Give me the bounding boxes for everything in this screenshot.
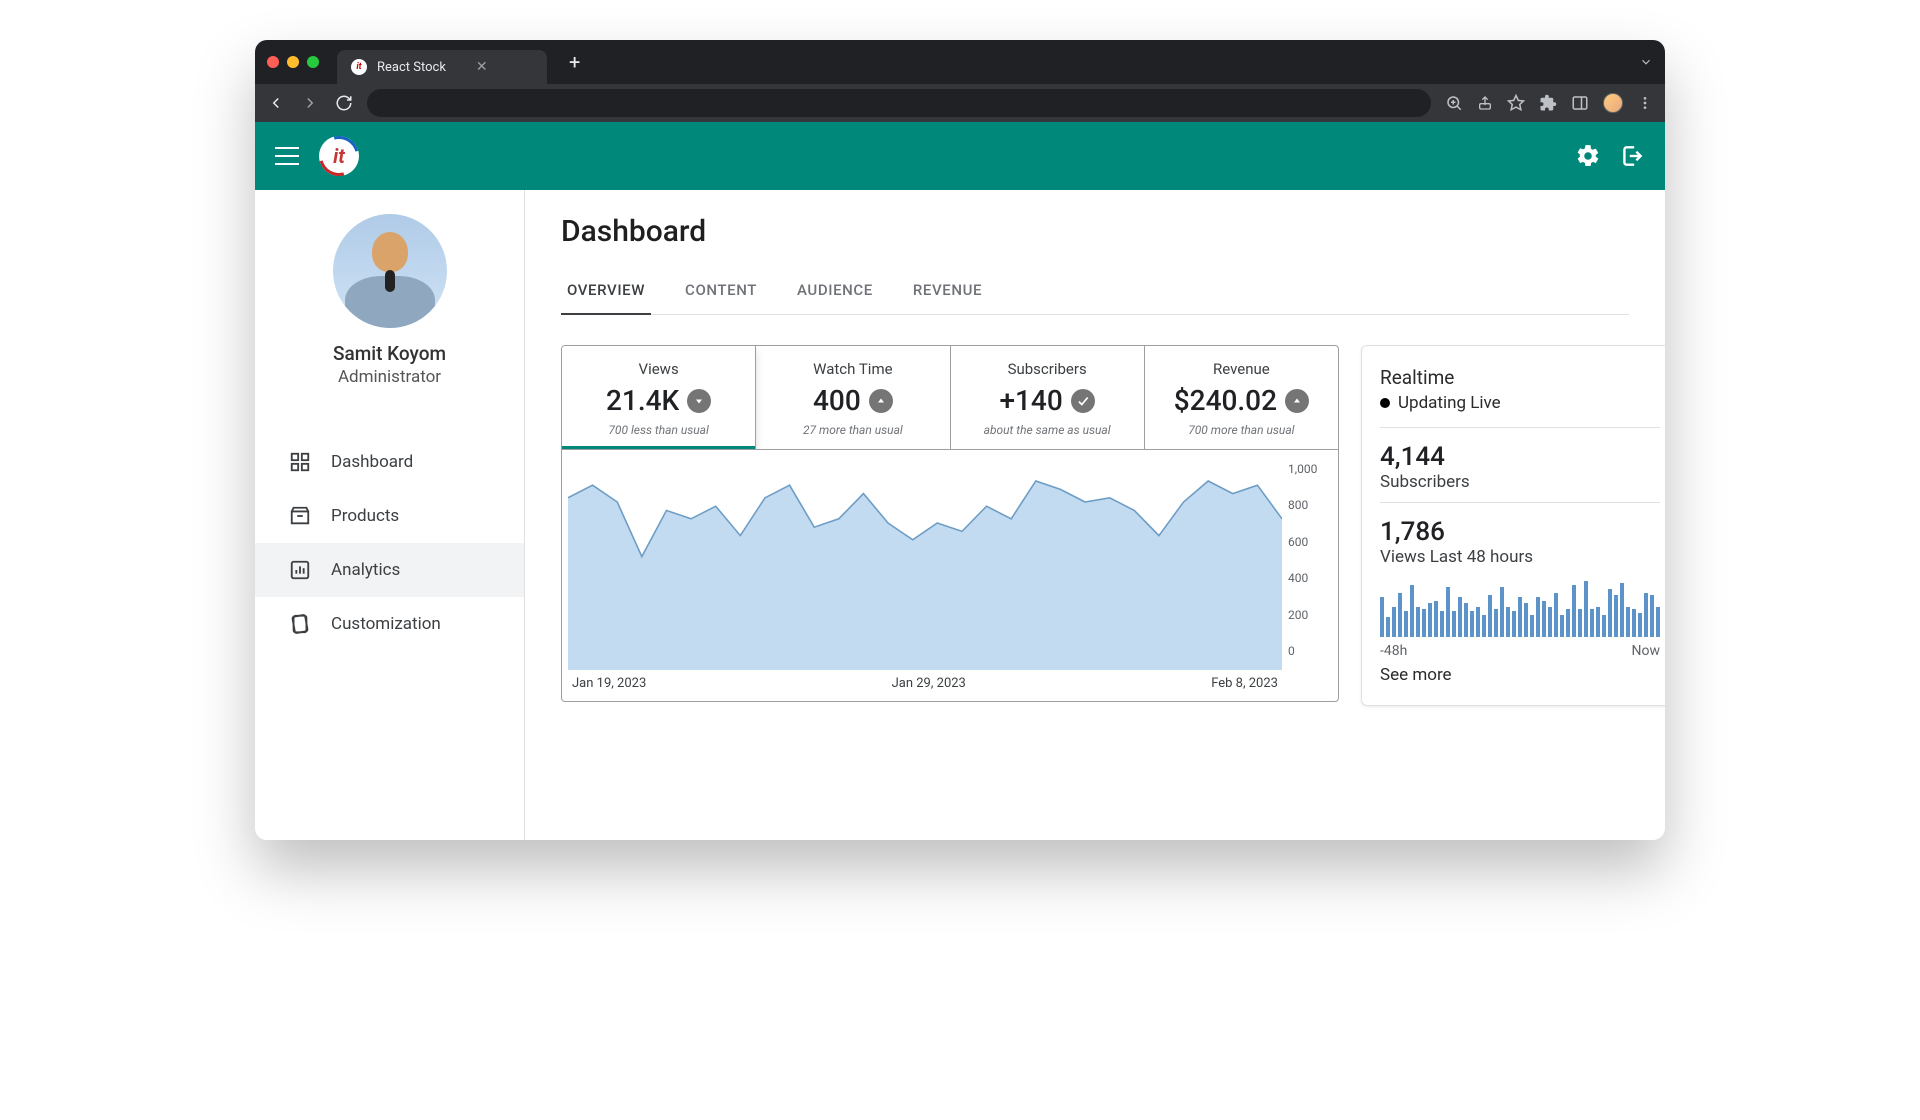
spark-range-start: -48h bbox=[1380, 643, 1407, 659]
tab-title: React Stock bbox=[377, 60, 446, 75]
stat-sub: about the same as usual bbox=[959, 423, 1136, 437]
realtime-subs-label: Subscribers bbox=[1380, 472, 1660, 492]
tab-overview[interactable]: OVERVIEW bbox=[561, 267, 651, 315]
sidebar-item-dashboard[interactable]: Dashboard bbox=[255, 435, 524, 489]
stat-sub: 700 more than usual bbox=[1153, 423, 1330, 437]
main-content: Dashboard OVERVIEW CONTENT AUDIENCE REVE… bbox=[525, 190, 1665, 840]
page-tabs: OVERVIEW CONTENT AUDIENCE REVENUE bbox=[561, 267, 1629, 315]
stat-card-views[interactable]: Views 21.4K 700 less than usual bbox=[562, 346, 756, 449]
arrow-down-icon bbox=[687, 389, 711, 413]
settings-button[interactable] bbox=[1575, 143, 1601, 169]
address-bar[interactable] bbox=[367, 89, 1431, 117]
realtime-subs-value: 4,144 bbox=[1380, 442, 1660, 472]
spark-range-end: Now bbox=[1632, 643, 1661, 659]
new-tab-button[interactable]: + bbox=[569, 50, 580, 74]
stat-card-subscribers[interactable]: Subscribers +140 about the same as usual bbox=[951, 346, 1145, 449]
app-root: it Samit Koyom Administrator Dashboard bbox=[255, 122, 1665, 840]
sidebar-item-label: Dashboard bbox=[331, 452, 413, 472]
see-more-link[interactable]: See more bbox=[1380, 665, 1660, 685]
browser-toolbar bbox=[255, 84, 1665, 122]
stat-value: 21.4K bbox=[606, 384, 679, 417]
browser-window: it React Stock ✕ + it bbox=[255, 40, 1665, 840]
arrow-up-icon bbox=[869, 389, 893, 413]
sidebar-nav: Dashboard Products Analytics Customizati… bbox=[255, 435, 524, 651]
x-axis-labels: Jan 19, 2023Jan 29, 2023Feb 8, 2023 bbox=[568, 670, 1328, 697]
dashboard-icon bbox=[289, 451, 311, 473]
products-icon bbox=[289, 505, 311, 527]
stats-row: Views 21.4K 700 less than usual Watch Ti… bbox=[561, 345, 1339, 450]
stat-label: Revenue bbox=[1153, 360, 1330, 378]
tab-content[interactable]: CONTENT bbox=[679, 267, 763, 314]
close-tab-button[interactable]: ✕ bbox=[476, 59, 488, 75]
sidebar: Samit Koyom Administrator Dashboard Prod… bbox=[255, 190, 525, 840]
app-header: it bbox=[255, 122, 1665, 190]
logout-button[interactable] bbox=[1619, 143, 1645, 169]
y-axis-labels: 1,0008006004002000 bbox=[1282, 460, 1328, 660]
share-icon[interactable] bbox=[1477, 95, 1493, 111]
app-logo-icon[interactable]: it bbox=[319, 136, 359, 176]
sidebar-item-label: Analytics bbox=[331, 560, 400, 580]
live-dot-icon bbox=[1380, 398, 1390, 408]
zoom-icon[interactable] bbox=[1445, 94, 1463, 112]
stat-label: Views bbox=[570, 360, 747, 378]
chevron-down-icon[interactable] bbox=[1639, 55, 1653, 69]
main-chart: 1,0008006004002000 Jan 19, 2023Jan 29, 2… bbox=[561, 450, 1339, 702]
panel-icon[interactable] bbox=[1571, 94, 1589, 112]
stat-sub: 700 less than usual bbox=[570, 423, 747, 437]
window-controls bbox=[267, 56, 319, 68]
app-body: Samit Koyom Administrator Dashboard Prod… bbox=[255, 190, 1665, 840]
maximize-window-button[interactable] bbox=[307, 56, 319, 68]
stat-value: 400 bbox=[813, 384, 861, 417]
browser-tab[interactable]: it React Stock ✕ bbox=[337, 50, 547, 84]
back-button[interactable] bbox=[267, 94, 285, 112]
arrow-up-icon bbox=[1285, 389, 1309, 413]
stat-sub: 27 more than usual bbox=[764, 423, 941, 437]
sidebar-item-label: Products bbox=[331, 506, 399, 526]
sparkline-chart bbox=[1380, 579, 1660, 637]
analytics-icon bbox=[289, 559, 311, 581]
sidebar-item-analytics[interactable]: Analytics bbox=[255, 543, 524, 597]
menu-icon[interactable] bbox=[1637, 95, 1653, 111]
profile-role: Administrator bbox=[333, 367, 447, 387]
stat-value: +140 bbox=[999, 384, 1062, 417]
star-icon[interactable] bbox=[1507, 94, 1525, 112]
profile-avatar-icon[interactable] bbox=[1603, 93, 1623, 113]
stat-label: Watch Time bbox=[764, 360, 941, 378]
forward-button[interactable] bbox=[301, 94, 319, 112]
sidebar-item-customization[interactable]: Customization bbox=[255, 597, 524, 651]
tab-audience[interactable]: AUDIENCE bbox=[791, 267, 879, 314]
realtime-card: Realtime Updating Live 4,144 Subscribers… bbox=[1361, 345, 1665, 706]
realtime-views-label: Views Last 48 hours bbox=[1380, 547, 1660, 567]
check-circle-icon bbox=[1071, 389, 1095, 413]
realtime-title: Realtime bbox=[1380, 366, 1660, 389]
sidebar-item-products[interactable]: Products bbox=[255, 489, 524, 543]
profile-name: Samit Koyom bbox=[333, 342, 447, 365]
profile-block: Samit Koyom Administrator bbox=[333, 214, 447, 387]
stat-label: Subscribers bbox=[959, 360, 1136, 378]
tab-favicon-icon: it bbox=[351, 59, 367, 75]
realtime-views-value: 1,786 bbox=[1380, 517, 1660, 547]
user-avatar bbox=[333, 214, 447, 328]
realtime-live-status: Updating Live bbox=[1380, 393, 1660, 413]
reload-button[interactable] bbox=[335, 94, 353, 112]
sidebar-item-label: Customization bbox=[331, 614, 441, 634]
stat-card-watchtime[interactable]: Watch Time 400 27 more than usual bbox=[756, 346, 950, 449]
customization-icon bbox=[289, 613, 311, 635]
extensions-icon[interactable] bbox=[1539, 94, 1557, 112]
area-chart-svg bbox=[568, 460, 1282, 670]
minimize-window-button[interactable] bbox=[287, 56, 299, 68]
close-window-button[interactable] bbox=[267, 56, 279, 68]
tab-revenue[interactable]: REVENUE bbox=[907, 267, 988, 314]
browser-titlebar: it React Stock ✕ + bbox=[255, 40, 1665, 84]
menu-toggle-button[interactable] bbox=[275, 147, 299, 165]
page-title: Dashboard bbox=[561, 214, 1629, 249]
stat-card-revenue[interactable]: Revenue $240.02 700 more than usual bbox=[1145, 346, 1338, 449]
stat-value: $240.02 bbox=[1174, 384, 1277, 417]
